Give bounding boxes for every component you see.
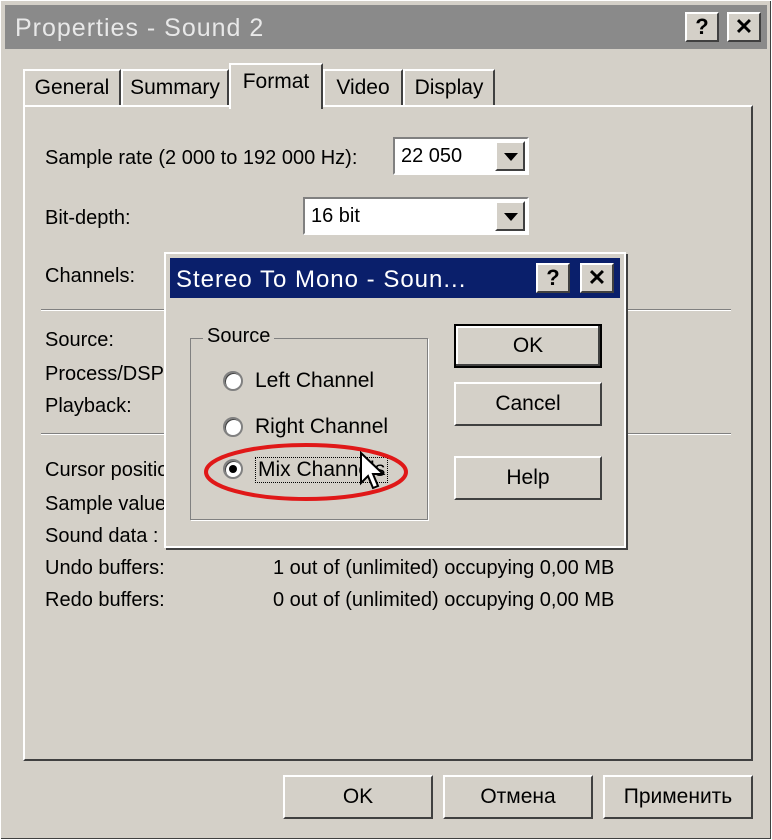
window-title: Properties - Sound 2 — [15, 14, 265, 42]
apply-button[interactable]: Применить — [603, 775, 753, 819]
sample-rate-dropdown-button[interactable] — [495, 141, 525, 171]
sample-rate-value: 22 050 — [401, 145, 463, 167]
ok-button[interactable]: OK — [283, 775, 433, 819]
chevron-down-icon — [504, 213, 518, 221]
tab-general[interactable]: General — [23, 69, 121, 105]
source-group-title: Source — [203, 325, 275, 348]
cursor-position-label: Cursor position — [45, 459, 180, 481]
left-channel-label[interactable]: Left Channel — [255, 369, 374, 393]
dialog-title-bar: Stereo To Mono - Soun... ? ✕ — [170, 258, 620, 298]
redo-buffers-label: Redo buffers: — [45, 589, 165, 611]
source-groupbox: Source Left Channel Right Channel Mix Ch… — [190, 325, 428, 520]
undo-buffers-value: 1 out of (unlimited) occupying 0,00 MB — [273, 557, 615, 579]
bit-depth-dropdown-button[interactable] — [495, 201, 525, 231]
tab-video[interactable]: Video — [323, 69, 403, 105]
tab-display[interactable]: Display — [403, 69, 495, 105]
playback-label: Playback: — [45, 395, 132, 417]
cancel-button[interactable]: Отмена — [443, 775, 593, 819]
process-dsp-label: Process/DSP — [45, 363, 164, 385]
chevron-down-icon — [504, 153, 518, 161]
redo-buffers-value: 0 out of (unlimited) occupying 0,00 MB — [273, 589, 615, 611]
stereo-to-mono-dialog: Stereo To Mono - Soun... ? ✕ Source Left… — [164, 252, 626, 548]
dialog-ok-button[interactable]: OK — [454, 324, 602, 368]
undo-buffers-label: Undo buffers: — [45, 557, 165, 579]
title-bar: Properties - Sound 2 ? ✕ — [5, 5, 767, 49]
channels-label: Channels: — [45, 265, 136, 287]
sample-rate-label: Sample rate (2 000 to 192 000 Hz): — [45, 147, 358, 169]
right-channel-radio[interactable] — [223, 417, 243, 437]
dialog-cancel-button[interactable]: Cancel — [454, 382, 602, 426]
dialog-title: Stereo To Mono - Soun... — [176, 266, 467, 293]
mouse-cursor-icon — [360, 451, 386, 490]
sound-data-label: Sound data : — [45, 525, 159, 547]
sample-rate-combo[interactable]: 22 050 — [393, 137, 529, 175]
close-button[interactable]: ✕ — [727, 12, 761, 42]
dialog-help-button[interactable]: ? — [536, 263, 570, 293]
help-button[interactable]: ? — [685, 12, 719, 42]
sample-value-label: Sample value — [45, 493, 167, 515]
dialog-help-text-button[interactable]: Help — [454, 456, 602, 500]
dialog-close-button[interactable]: ✕ — [580, 263, 614, 293]
right-channel-label[interactable]: Right Channel — [255, 415, 388, 439]
bit-depth-combo[interactable]: 16 bit — [303, 197, 529, 235]
tab-format[interactable]: Format — [229, 63, 323, 109]
bit-depth-value: 16 bit — [311, 205, 360, 227]
bit-depth-label: Bit-depth: — [45, 207, 131, 229]
left-channel-radio[interactable] — [223, 371, 243, 391]
tab-summary[interactable]: Summary — [121, 69, 229, 105]
source-label: Source: — [45, 329, 114, 351]
